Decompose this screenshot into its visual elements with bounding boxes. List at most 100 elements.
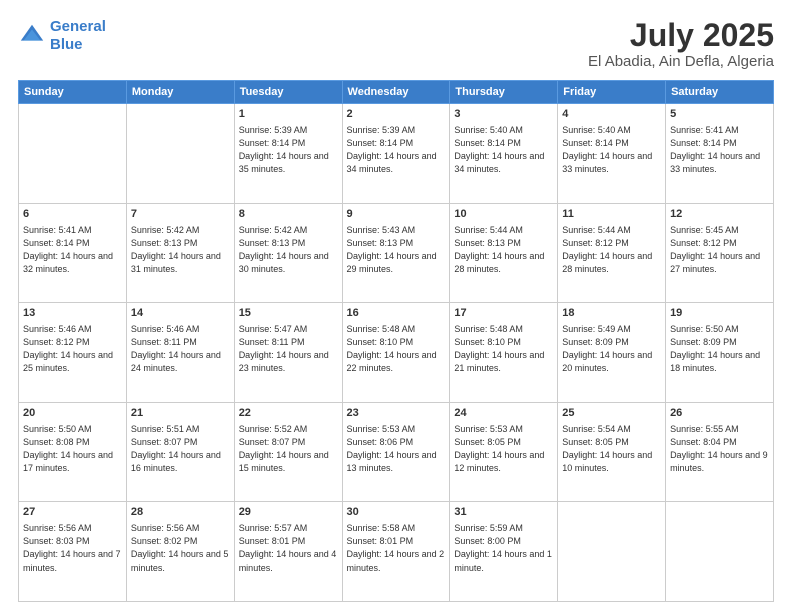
day-number: 11 (562, 207, 661, 223)
daylight-text: Daylight: 14 hours and 34 minutes. (454, 150, 553, 176)
calendar-day-cell: 29Sunrise: 5:57 AMSunset: 8:01 PMDayligh… (234, 502, 342, 602)
daylight-text: Daylight: 14 hours and 24 minutes. (131, 349, 230, 375)
sunrise-text: Sunrise: 5:46 AM (131, 323, 230, 336)
sunset-text: Sunset: 8:00 PM (454, 535, 553, 548)
sunset-text: Sunset: 8:01 PM (347, 535, 446, 548)
day-detail: Sunrise: 5:52 AMSunset: 8:07 PMDaylight:… (239, 423, 338, 475)
logo-line2: Blue (50, 36, 83, 53)
daylight-text: Daylight: 14 hours and 31 minutes. (131, 250, 230, 276)
weekday-header: Thursday (450, 81, 558, 104)
sunrise-text: Sunrise: 5:53 AM (347, 423, 446, 436)
calendar-day-cell: 18Sunrise: 5:49 AMSunset: 8:09 PMDayligh… (558, 303, 666, 403)
sunrise-text: Sunrise: 5:40 AM (562, 124, 661, 137)
weekday-header: Tuesday (234, 81, 342, 104)
calendar-day-cell: 6Sunrise: 5:41 AMSunset: 8:14 PMDaylight… (19, 203, 127, 303)
daylight-text: Daylight: 14 hours and 18 minutes. (670, 349, 769, 375)
daylight-text: Daylight: 14 hours and 33 minutes. (562, 150, 661, 176)
sunrise-text: Sunrise: 5:55 AM (670, 423, 769, 436)
calendar-week-row: 1Sunrise: 5:39 AMSunset: 8:14 PMDaylight… (19, 104, 774, 204)
daylight-text: Daylight: 14 hours and 12 minutes. (454, 449, 553, 475)
day-detail: Sunrise: 5:58 AMSunset: 8:01 PMDaylight:… (347, 522, 446, 574)
sunrise-text: Sunrise: 5:42 AM (131, 224, 230, 237)
sunset-text: Sunset: 8:12 PM (562, 237, 661, 250)
day-number: 12 (670, 207, 769, 223)
day-detail: Sunrise: 5:53 AMSunset: 8:05 PMDaylight:… (454, 423, 553, 475)
day-number: 19 (670, 306, 769, 322)
sunset-text: Sunset: 8:14 PM (562, 137, 661, 150)
calendar-day-cell: 28Sunrise: 5:56 AMSunset: 8:02 PMDayligh… (126, 502, 234, 602)
day-number: 26 (670, 406, 769, 422)
daylight-text: Daylight: 14 hours and 23 minutes. (239, 349, 338, 375)
sunset-text: Sunset: 8:07 PM (131, 436, 230, 449)
day-number: 10 (454, 207, 553, 223)
day-number: 24 (454, 406, 553, 422)
day-detail: Sunrise: 5:51 AMSunset: 8:07 PMDaylight:… (131, 423, 230, 475)
daylight-text: Daylight: 14 hours and 32 minutes. (23, 250, 122, 276)
daylight-text: Daylight: 14 hours and 15 minutes. (239, 449, 338, 475)
sunset-text: Sunset: 8:06 PM (347, 436, 446, 449)
daylight-text: Daylight: 14 hours and 30 minutes. (239, 250, 338, 276)
calendar-day-cell: 4Sunrise: 5:40 AMSunset: 8:14 PMDaylight… (558, 104, 666, 204)
day-number: 15 (239, 306, 338, 322)
sunset-text: Sunset: 8:11 PM (131, 336, 230, 349)
sunrise-text: Sunrise: 5:51 AM (131, 423, 230, 436)
calendar-week-row: 6Sunrise: 5:41 AMSunset: 8:14 PMDaylight… (19, 203, 774, 303)
sunrise-text: Sunrise: 5:43 AM (347, 224, 446, 237)
day-detail: Sunrise: 5:45 AMSunset: 8:12 PMDaylight:… (670, 224, 769, 276)
sunset-text: Sunset: 8:14 PM (239, 137, 338, 150)
day-number: 16 (347, 306, 446, 322)
sunset-text: Sunset: 8:14 PM (454, 137, 553, 150)
daylight-text: Daylight: 14 hours and 10 minutes. (562, 449, 661, 475)
day-number: 23 (347, 406, 446, 422)
sunrise-text: Sunrise: 5:39 AM (239, 124, 338, 137)
weekday-header: Wednesday (342, 81, 450, 104)
sunset-text: Sunset: 8:12 PM (23, 336, 122, 349)
sunrise-text: Sunrise: 5:41 AM (670, 124, 769, 137)
calendar-week-row: 20Sunrise: 5:50 AMSunset: 8:08 PMDayligh… (19, 402, 774, 502)
calendar-day-cell: 23Sunrise: 5:53 AMSunset: 8:06 PMDayligh… (342, 402, 450, 502)
daylight-text: Daylight: 14 hours and 2 minutes. (347, 548, 446, 574)
sunrise-text: Sunrise: 5:53 AM (454, 423, 553, 436)
day-number: 2 (347, 107, 446, 123)
day-number: 25 (562, 406, 661, 422)
calendar-day-cell: 16Sunrise: 5:48 AMSunset: 8:10 PMDayligh… (342, 303, 450, 403)
sunset-text: Sunset: 8:10 PM (347, 336, 446, 349)
sunrise-text: Sunrise: 5:48 AM (454, 323, 553, 336)
calendar-day-cell: 31Sunrise: 5:59 AMSunset: 8:00 PMDayligh… (450, 502, 558, 602)
calendar-day-cell (558, 502, 666, 602)
sunset-text: Sunset: 8:10 PM (454, 336, 553, 349)
page-title: July 2025 (588, 18, 774, 53)
calendar-day-cell: 21Sunrise: 5:51 AMSunset: 8:07 PMDayligh… (126, 402, 234, 502)
day-detail: Sunrise: 5:42 AMSunset: 8:13 PMDaylight:… (131, 224, 230, 276)
daylight-text: Daylight: 14 hours and 9 minutes. (670, 449, 769, 475)
calendar-day-cell: 25Sunrise: 5:54 AMSunset: 8:05 PMDayligh… (558, 402, 666, 502)
calendar-week-row: 13Sunrise: 5:46 AMSunset: 8:12 PMDayligh… (19, 303, 774, 403)
daylight-text: Daylight: 14 hours and 22 minutes. (347, 349, 446, 375)
calendar-day-cell: 27Sunrise: 5:56 AMSunset: 8:03 PMDayligh… (19, 502, 127, 602)
daylight-text: Daylight: 14 hours and 1 minute. (454, 548, 553, 574)
calendar-week-row: 27Sunrise: 5:56 AMSunset: 8:03 PMDayligh… (19, 502, 774, 602)
daylight-text: Daylight: 14 hours and 25 minutes. (23, 349, 122, 375)
sunset-text: Sunset: 8:07 PM (239, 436, 338, 449)
sunrise-text: Sunrise: 5:56 AM (131, 522, 230, 535)
sunrise-text: Sunrise: 5:47 AM (239, 323, 338, 336)
sunset-text: Sunset: 8:09 PM (670, 336, 769, 349)
sunset-text: Sunset: 8:13 PM (454, 237, 553, 250)
day-detail: Sunrise: 5:59 AMSunset: 8:00 PMDaylight:… (454, 522, 553, 574)
sunrise-text: Sunrise: 5:59 AM (454, 522, 553, 535)
day-detail: Sunrise: 5:53 AMSunset: 8:06 PMDaylight:… (347, 423, 446, 475)
page-subtitle: El Abadia, Ain Defla, Algeria (588, 53, 774, 70)
sunrise-text: Sunrise: 5:56 AM (23, 522, 122, 535)
day-number: 3 (454, 107, 553, 123)
daylight-text: Daylight: 14 hours and 5 minutes. (131, 548, 230, 574)
day-number: 8 (239, 207, 338, 223)
sunset-text: Sunset: 8:11 PM (239, 336, 338, 349)
calendar-day-cell: 26Sunrise: 5:55 AMSunset: 8:04 PMDayligh… (666, 402, 774, 502)
day-number: 4 (562, 107, 661, 123)
weekday-header: Friday (558, 81, 666, 104)
sunrise-text: Sunrise: 5:57 AM (239, 522, 338, 535)
day-number: 31 (454, 505, 553, 521)
day-number: 28 (131, 505, 230, 521)
title-block: July 2025 El Abadia, Ain Defla, Algeria (588, 18, 774, 70)
sunrise-text: Sunrise: 5:39 AM (347, 124, 446, 137)
